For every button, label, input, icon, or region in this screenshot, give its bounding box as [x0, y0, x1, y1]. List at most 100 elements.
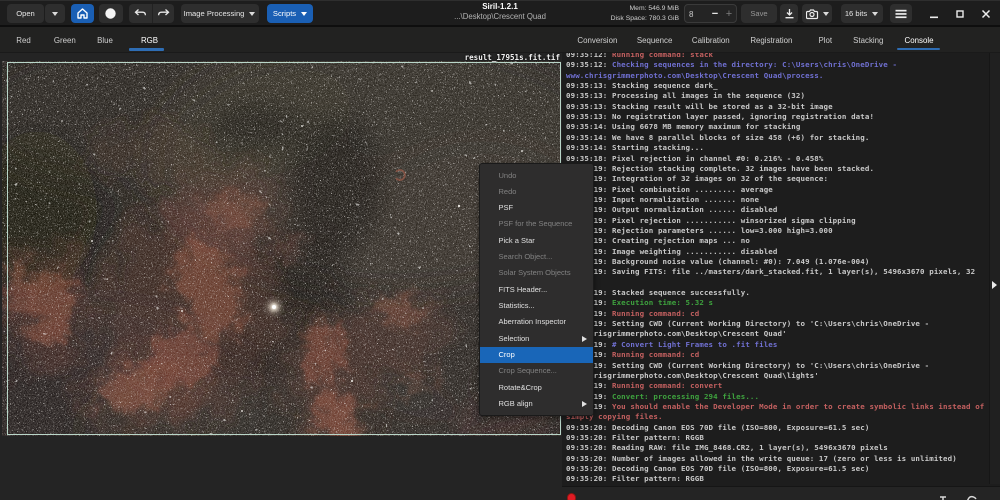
console-line: 09:35:19: Setting CWD (Current Working D…: [566, 361, 929, 371]
tab-blue[interactable]: Blue: [97, 34, 113, 50]
console-line: 09:35:14: Starting stacking...: [566, 143, 704, 153]
console-text-default: 09:35:14:: [566, 143, 612, 152]
menu-item-crop[interactable]: Crop: [480, 347, 593, 363]
console-output[interactable]: 09:35:12: Running command: stack09:35:12…: [562, 53, 1000, 486]
menu-item-aberration-inspector[interactable]: Aberration Inspector: [480, 314, 593, 330]
close-button[interactable]: [975, 1, 997, 26]
zoom-out-button[interactable]: −: [707, 8, 723, 20]
open-button[interactable]: Open: [7, 4, 44, 23]
open-dropdown-button[interactable]: [45, 4, 65, 23]
console-text-default: 09:35:13:: [566, 112, 612, 121]
panel-collapse-strip: [989, 53, 1000, 484]
redo-button[interactable]: [152, 4, 175, 23]
console-line: 09:35:20: Reading RAW: file IMG_8468.CR2…: [566, 443, 888, 453]
menu-item-statistics[interactable]: Statistics...: [480, 298, 593, 314]
console-line: 09:35:19: Image weighting ........... di…: [566, 247, 778, 257]
zoom-control: 8 − +: [684, 4, 737, 23]
download-icon: [784, 8, 795, 20]
console-line: 09:35:20: Filter pattern: RGGB: [566, 433, 704, 443]
console-text-default: Setting CWD (Current Working Directory) …: [612, 361, 929, 370]
zoom-in-button[interactable]: +: [723, 8, 735, 20]
bit-depth-selector[interactable]: 16 bits: [841, 4, 883, 23]
console-line: 09:35:19: Convert: processing 294 files.…: [566, 392, 759, 402]
redo-icon: [157, 8, 170, 19]
console-text-default: Background noise value (channel: #0): 7.…: [612, 257, 869, 266]
selection-rectangle[interactable]: [7, 62, 561, 435]
console-text-default: Using 6678 MB memory maximum for stackin…: [612, 122, 801, 131]
console-line: 09:35:18: Pixel rejection in channel #0:…: [566, 154, 823, 164]
console-text-red: Running command: cd: [612, 309, 699, 318]
tab-stacking[interactable]: Stacking: [853, 34, 883, 50]
minimize-button[interactable]: [923, 1, 945, 26]
console-text-default: 09:35:14:: [566, 122, 612, 131]
maximize-icon: [955, 9, 965, 19]
console-line: 09:35:20: Decoding Canon EOS 70D file (I…: [566, 423, 869, 433]
console-text-red: You should enable the Developer Mode in …: [612, 402, 984, 411]
console-text-default: Output normalization ...... disabled: [612, 205, 778, 214]
console-line: 09:35:14: Using 6678 MB memory maximum f…: [566, 122, 801, 132]
console-text-default: Input normalization ....... none: [612, 195, 759, 204]
chevron-down-icon: [872, 12, 878, 16]
panel-expand-arrow-icon[interactable]: [992, 281, 997, 289]
console-text-default: Processing all images in the sequence (3…: [612, 91, 805, 100]
close-icon: [981, 9, 991, 19]
snapshot-button[interactable]: [802, 4, 832, 23]
console-text-green: Execution time: 5.32 s: [612, 298, 713, 307]
chevron-down-icon: [301, 12, 307, 16]
console-text-default: Setting CWD (Current Working Directory) …: [612, 319, 929, 328]
menu-item-redo: Redo: [480, 184, 593, 200]
console-line: 09:35:19: Input normalization ....... no…: [566, 195, 759, 205]
tab-red[interactable]: Red: [16, 34, 30, 50]
save-button[interactable]: Save: [741, 4, 777, 23]
console-text-default: Pixel rejection ........... winsorized s…: [612, 216, 856, 225]
record-button[interactable]: [99, 4, 123, 23]
console-text-blue: www.chrisgrimmerphoto.com\Desktop\Cresce…: [566, 71, 823, 80]
tab-sequence[interactable]: Sequence: [637, 34, 673, 50]
menu-item-selection[interactable]: Selection: [480, 331, 593, 347]
tab-conversion[interactable]: Conversion: [577, 34, 617, 50]
console-text-default: 09:35:18:: [566, 154, 612, 163]
console-line: 09:35:19: Stacked sequence successfully.: [566, 288, 750, 298]
menu-item-crop-sequence: Crop Sequence...: [480, 363, 593, 379]
menu-item-fits-header[interactable]: FITS Header...: [480, 282, 593, 298]
tab-calibration[interactable]: Calibration: [692, 34, 730, 50]
context-menu: UndoRedoPSFPSF for the SequencePick a St…: [479, 163, 594, 416]
console-line: 09:35:19: Setting CWD (Current Working D…: [566, 319, 929, 329]
stop-processing-icon[interactable]: [567, 493, 577, 500]
tab-plot[interactable]: Plot: [818, 34, 832, 50]
console-line: 09:35:20: Filter pattern: RGGB: [566, 474, 704, 484]
console-text-default: 09:35:20:: [566, 423, 612, 432]
hamburger-menu-button[interactable]: [890, 4, 912, 23]
console-text-default: Pixel rejection in channel #0: 0.216% - …: [612, 154, 824, 163]
console-line: 09:35:19: Rejection stacking complete. 3…: [566, 164, 874, 174]
console-line: 09:35:13: Stacking sequence dark_: [566, 81, 718, 91]
tab-registration[interactable]: Registration: [750, 34, 792, 50]
menu-item-psf[interactable]: PSF: [480, 200, 593, 216]
menu-item-rotate-crop[interactable]: Rotate&Crop: [480, 380, 593, 396]
console-line: 09:35:19: Output normalization ...... di…: [566, 205, 778, 215]
console-text-default: Stacking sequence dark_: [612, 81, 718, 90]
menu-item-psf-for-the-sequence: PSF for the Sequence: [480, 216, 593, 232]
astro-image[interactable]: result_17951s.fit.tif: [2, 61, 561, 436]
maximize-button[interactable]: [949, 1, 971, 26]
record-icon: [104, 7, 117, 20]
console-text-blue: # Convert Light Frames to .fit files: [612, 340, 778, 349]
tab-green[interactable]: Green: [54, 34, 76, 50]
undo-button[interactable]: [129, 4, 152, 23]
console-line: 09:35:19: Integration of 32 images on 32…: [566, 174, 828, 184]
console-text-default: www.chrisgrimmerphoto.com\Desktop\Cresce…: [566, 371, 819, 380]
menu-item-rgb-align[interactable]: RGB align: [480, 396, 593, 412]
home-button[interactable]: [71, 4, 94, 23]
image-processing-button[interactable]: Image Processing: [181, 4, 259, 23]
menu-item-pick-a-star[interactable]: Pick a Star: [480, 233, 593, 249]
scripts-button[interactable]: Scripts: [267, 4, 313, 23]
siril-window: Open Image Proces: [0, 0, 1000, 500]
export-button[interactable]: [780, 4, 798, 23]
statusbar-icons: [938, 487, 978, 500]
console-line: www.chrisgrimmerphoto.com\Desktop\Cresce…: [566, 329, 787, 339]
console-line: 09:35:14: We have 8 parallel blocks of s…: [566, 133, 869, 143]
console-text-default: Pixel combination ......... average: [612, 185, 773, 194]
console-line: 09:35:19: Rejection parameters ...... lo…: [566, 226, 833, 236]
console-line: www.chrisgrimmerphoto.com\Desktop\Cresce…: [566, 371, 819, 381]
scripts-label: Scripts: [273, 9, 296, 18]
